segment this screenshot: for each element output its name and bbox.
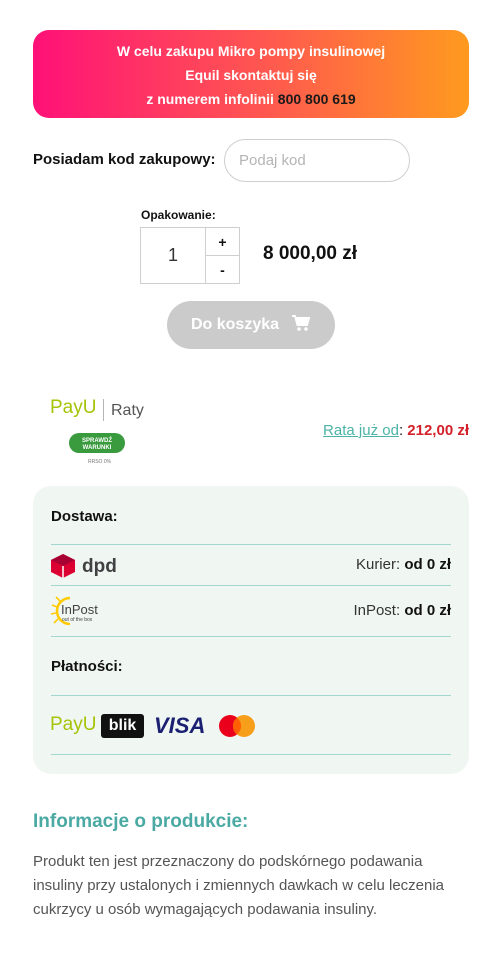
quantity-increment-button[interactable]: + (205, 227, 240, 256)
installment-link[interactable]: Rata już od (323, 422, 399, 439)
inpost-tagline: out of the box (62, 617, 93, 623)
delivery-heading: Dostawa: (51, 508, 118, 525)
banner-line-3-prefix: z numerem infolinii (146, 91, 274, 107)
installment-separator: : (398, 422, 404, 439)
dpd-logo-icon (51, 554, 75, 578)
hotline-number[interactable]: 800 800 619 (278, 91, 356, 107)
delivery-payment-panel: Dostawa: dpd Kurier: od 0 zł InPost out … (33, 486, 469, 774)
rrso-label: RRSO 0% (88, 459, 112, 465)
dpd-logo-text: dpd (82, 556, 117, 577)
check-terms-button[interactable]: SPRAWDŹ WARUNKI (69, 433, 125, 453)
courier-price: Kurier: od 0 zł (356, 556, 451, 573)
purchase-code-row: Posiadam kod zakupowy: (33, 139, 469, 183)
divider (51, 636, 451, 637)
divider (51, 585, 451, 586)
inpost-label: InPost: (353, 602, 401, 619)
payments-heading: Płatności: (51, 658, 123, 675)
courier-label: Kurier: (355, 556, 401, 573)
product-info-text: Produkt ten jest przeznaczony do podskór… (33, 853, 445, 918)
quantity-label: Opakowanie: (141, 208, 216, 222)
installment-info: Rata już od: 212,00 zł (323, 422, 469, 439)
inpost-price-value: od 0 zł (404, 602, 451, 619)
visa-logo: VISA (154, 713, 206, 738)
quantity-field[interactable]: 1 (140, 227, 206, 284)
divider (51, 695, 451, 696)
divider (103, 399, 104, 421)
payu-payment-logo: PayU (50, 714, 97, 735)
installment-value: 212,00 zł (407, 422, 469, 439)
inpost-price: InPost: od 0 zł (353, 602, 451, 619)
courier-price-value: od 0 zł (404, 556, 451, 573)
divider (51, 544, 451, 545)
blik-logo: blik (101, 714, 144, 738)
purchase-code-label: Posiadam kod zakupowy: (33, 151, 216, 168)
info-banner: W celu zakupu Mikro pompy insulinowej Eq… (33, 30, 469, 118)
purchase-code-input[interactable] (224, 139, 410, 182)
quantity-decrement-button[interactable]: - (205, 255, 240, 284)
payu-logo: PayU (50, 397, 97, 418)
payu-raty-logo: PayU Raty SPRAWDŹ WARUNKI RRSO 0% (50, 397, 160, 469)
raty-label: Raty (111, 402, 144, 419)
cart-icon (291, 314, 311, 337)
product-info-title: Informacje o produkcie: (33, 811, 249, 832)
product-price: 8 000,00 zł (263, 243, 358, 264)
divider (51, 754, 451, 755)
add-to-cart-label: Do koszyka (190, 316, 280, 333)
banner-line-3: z numerem infolinii 800 800 619 (33, 87, 469, 111)
banner-line-2: Equil skontaktuj się (185, 67, 317, 83)
add-to-cart-button[interactable]: Do koszyka (167, 301, 335, 349)
banner-line-1: W celu zakupu Mikro pompy insulinowej (116, 43, 386, 59)
inpost-logo-text: InPost (61, 602, 98, 617)
